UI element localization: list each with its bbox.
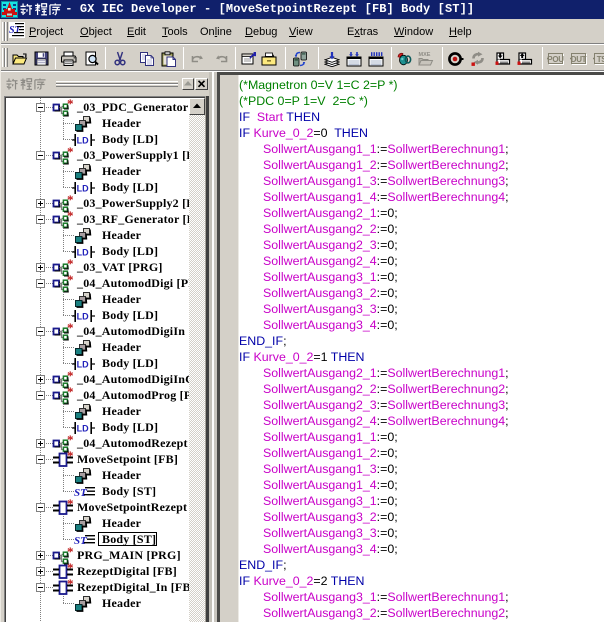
svg-text:DUT: DUT xyxy=(571,55,587,64)
svg-text:TS: TS xyxy=(597,55,604,64)
svg-text:POU: POU xyxy=(547,55,564,64)
svg-text:MXE: MXE xyxy=(419,52,431,58)
